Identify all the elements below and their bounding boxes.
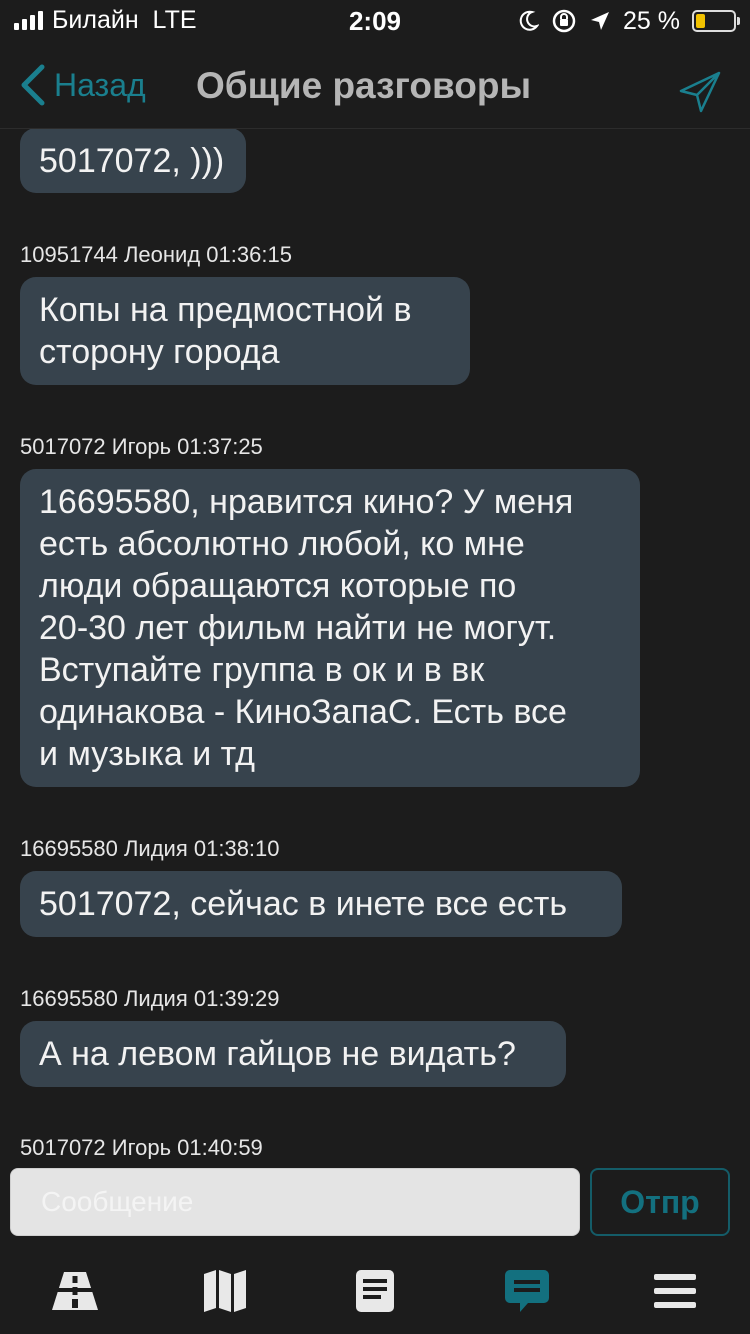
app-screen: Билайн LTE 2:09 25 % Назад Общие разгово… <box>0 0 750 1334</box>
menu-icon[interactable] <box>650 1268 700 1314</box>
chevron-left-icon <box>21 64 45 106</box>
message-text: 5017072, сейчас в инете все есть <box>39 885 568 923</box>
chat-feed[interactable]: 5017072, ))) 10951744 Леонид 01:36:15 Ко… <box>0 129 750 1159</box>
road-icon[interactable] <box>50 1268 100 1314</box>
message-text: 16695580, нравится кино? У меня есть абс… <box>39 483 574 773</box>
nav-bar: Назад Общие разговоры <box>0 42 750 129</box>
message-bubble: 5017072, сейчас в инете все есть <box>20 871 622 937</box>
back-label: Назад <box>54 66 146 103</box>
message-text: Копы на предмостной в сторону города <box>39 291 412 371</box>
message-meta: 10951744 Леонид 01:36:15 <box>20 242 292 267</box>
status-bar: Билайн LTE 2:09 25 % <box>0 0 750 42</box>
send-button[interactable]: Отпр <box>590 1168 730 1236</box>
back-button[interactable]: Назад <box>16 62 146 108</box>
battery-icon <box>692 10 740 32</box>
message-bubble: 16695580, нравится кино? У меня есть абс… <box>20 469 640 787</box>
chat-icon[interactable] <box>502 1268 552 1314</box>
tab-bar <box>0 1250 750 1334</box>
message-text: А на левом гайцов не видать? <box>39 1035 516 1073</box>
message-meta: 5017072 Игорь 01:40:59 <box>20 1135 263 1159</box>
page-title: Общие разговоры <box>196 65 532 106</box>
document-icon[interactable] <box>350 1268 400 1314</box>
battery-level-fill <box>696 14 705 28</box>
message-meta: 5017072 Игорь 01:37:25 <box>20 434 263 459</box>
message-input[interactable] <box>10 1168 580 1236</box>
map-icon[interactable] <box>200 1268 250 1314</box>
status-icons: 25 % <box>519 6 740 36</box>
message-meta: 16695580 Лидия 01:39:29 <box>20 986 280 1011</box>
message-bubble: Копы на предмостной в сторону города <box>20 277 470 385</box>
orientation-lock-icon <box>552 9 576 33</box>
send-icon[interactable] <box>678 70 722 114</box>
location-arrow-icon <box>591 12 610 30</box>
message-bubble: 5017072, ))) <box>20 129 246 193</box>
battery-percent: 25 % <box>623 6 680 35</box>
message-meta: 16695580 Лидия 01:38:10 <box>20 836 280 861</box>
message-bubble: А на левом гайцов не видать? <box>20 1021 566 1087</box>
moon-icon <box>519 10 540 31</box>
